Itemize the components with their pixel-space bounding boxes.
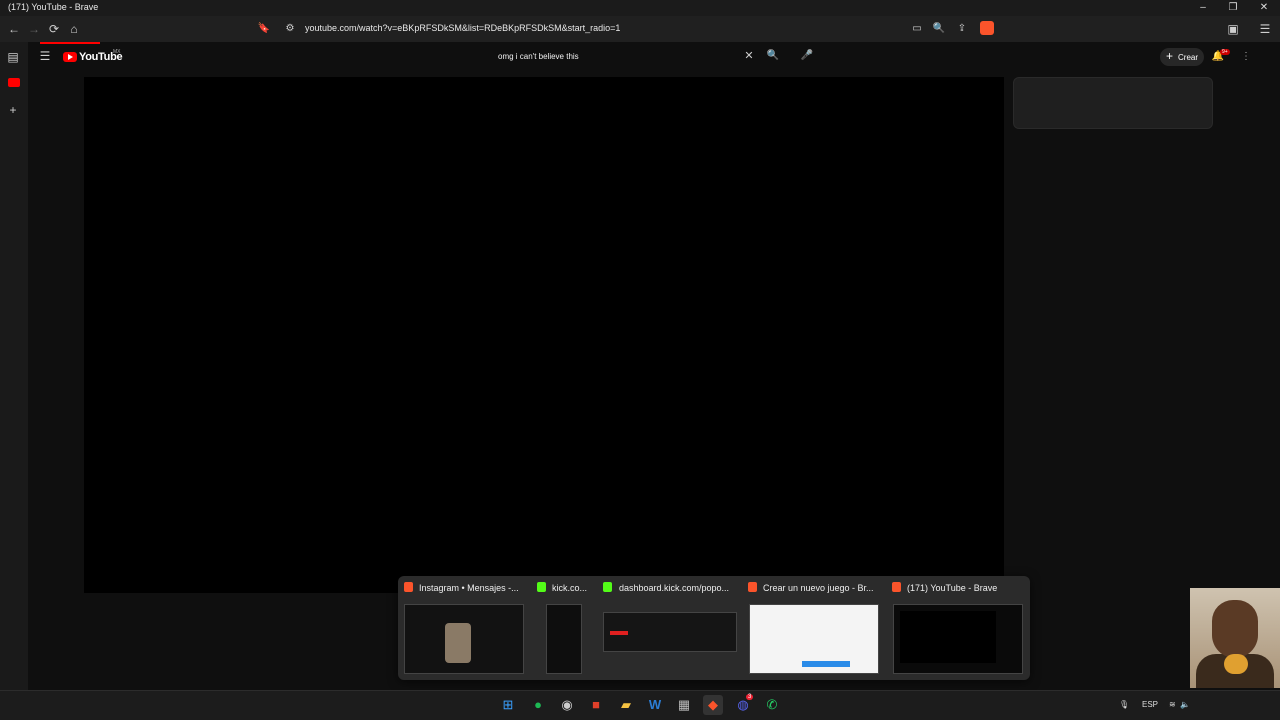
volume-icon[interactable]: 🔈 [1180,700,1190,709]
search-query[interactable]: omg i can't believe this [498,52,579,61]
forward-icon[interactable]: → [26,21,42,37]
spotify-icon[interactable]: ● [528,695,548,715]
browser-sidebar: ▤ + [0,42,28,690]
voice-search-icon[interactable]: 🎤 [799,48,815,64]
window-title: (171) YouTube - Brave [8,2,99,12]
window-titlebar: (171) YouTube - Brave – ❐ ✕ [0,0,1280,16]
kick-icon [537,582,546,592]
panel-icon[interactable]: ▤ [5,49,21,65]
preview-thumbnail[interactable] [893,604,1023,674]
create-label: Crear [1178,53,1199,62]
preview-thumbnail[interactable] [546,604,582,674]
brave-icon [404,582,413,592]
preview-title[interactable]: dashboard.kick.com/popo... [619,583,729,593]
wifi-icon[interactable]: ≋ [1169,700,1176,709]
notification-badge: 9+ [1220,49,1230,55]
mic-icon[interactable]: 🎙 [1119,700,1129,709]
preview-thumbnail[interactable] [603,612,737,652]
webcam-overlay [1190,588,1280,688]
language-indicator[interactable]: ESP [1142,700,1158,709]
side-panel-placeholder [1013,77,1213,129]
add-panel-icon[interactable]: + [5,102,21,118]
file-explorer-icon[interactable]: ▰ [616,695,636,715]
loading-bar [40,42,100,44]
cast-icon[interactable]: ▭ [909,21,925,37]
sidebar-toggle-icon[interactable]: ▣ [1225,21,1241,37]
app-icon[interactable]: ◉ [557,695,577,715]
bookmark-icon[interactable]: 🔖 [256,21,272,37]
zoom-icon[interactable]: 🔍 [931,21,947,37]
app-icon[interactable]: ▦ [674,695,694,715]
close-window-button[interactable]: ✕ [1257,1,1271,15]
brave-shields-icon[interactable] [980,21,994,35]
word-icon[interactable]: W [645,695,665,715]
reload-icon[interactable]: ⟳ [46,21,62,37]
home-icon[interactable]: ⌂ [66,21,82,37]
search-input[interactable]: omg i can't believe this [492,47,762,67]
country-code: MX [113,49,121,55]
youtube-logo-icon[interactable] [63,52,77,62]
preview-title[interactable]: (171) YouTube - Brave [907,583,997,593]
minimize-button[interactable]: – [1196,1,1210,15]
preview-thumbnail[interactable] [404,604,524,674]
video-player[interactable] [84,77,1004,593]
start-icon[interactable]: ⊞ [498,695,518,715]
share-icon[interactable]: ⇪ [954,21,970,37]
taskbar-preview-popup: Instagram • Mensajes -... kick.co... das… [398,576,1030,680]
clear-search-icon[interactable]: ✕ [741,48,757,64]
youtube-sidebar-icon[interactable] [8,78,20,87]
preview-title[interactable]: Instagram • Mensajes -... [419,583,519,593]
kick-icon [603,582,612,592]
whatsapp-icon[interactable]: ✆ [762,695,782,715]
site-info-icon[interactable]: ⚙ [282,21,298,37]
brave-taskbar-icon[interactable]: ◆ [703,695,723,715]
create-button[interactable]: + Crear [1160,48,1204,66]
preview-title[interactable]: Crear un nuevo juego - Br... [763,583,874,593]
menu-icon[interactable]: ☰ [37,48,53,64]
address-bar[interactable]: ⚙ youtube.com/watch?v=eBKpRFSDkSM&list=R… [282,20,1004,38]
search-icon[interactable]: 🔍 [765,48,781,64]
maximize-button[interactable]: ❐ [1226,1,1240,15]
windows-taskbar [0,690,1280,720]
preview-thumbnail[interactable] [749,604,879,674]
preview-title[interactable]: kick.co... [552,583,587,593]
url-text[interactable]: youtube.com/watch?v=eBKpRFSDkSM&list=RDe… [305,23,620,33]
brave-icon [748,582,757,592]
account-menu-icon[interactable]: ⋮ [1238,49,1254,65]
app-icon[interactable]: ■ [586,695,606,715]
browser-menu-icon[interactable]: ☰ [1257,21,1273,37]
back-icon[interactable]: ← [6,21,22,37]
plus-icon: + [1166,49,1174,63]
brave-icon [892,582,901,592]
